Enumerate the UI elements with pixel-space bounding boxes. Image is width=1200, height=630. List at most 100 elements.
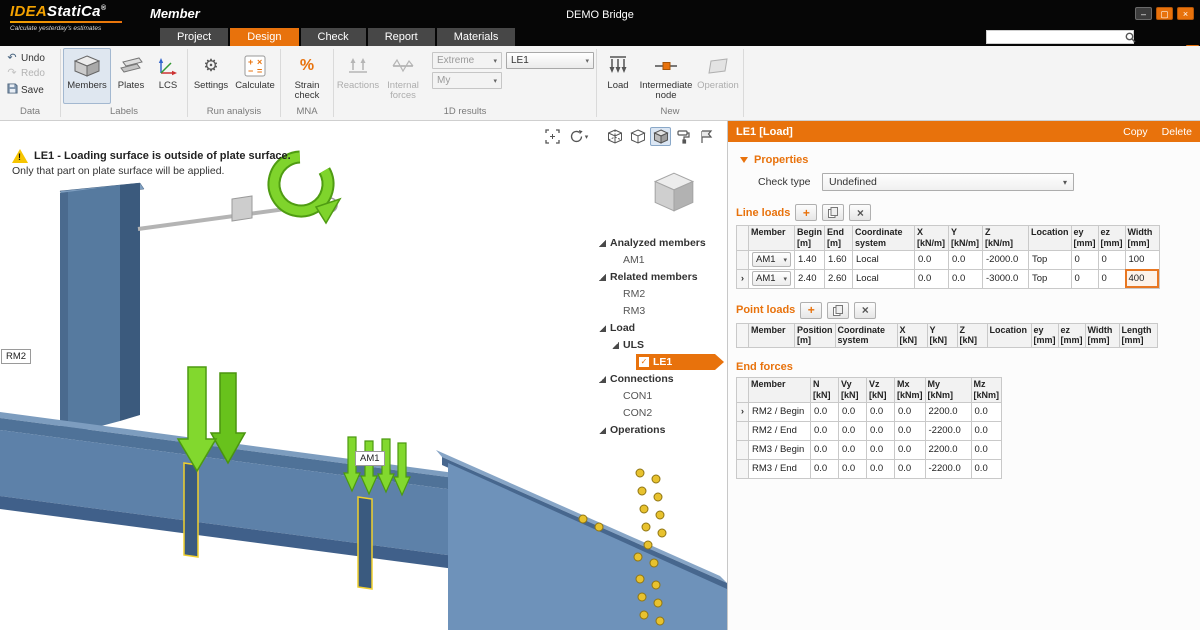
table-cell[interactable]: RM2 / Begin <box>749 402 811 421</box>
table-cell[interactable]: 1.60 <box>825 250 853 269</box>
table-cell[interactable]: 0.0 <box>811 440 839 459</box>
table-cell[interactable]: 0.0 <box>895 402 926 421</box>
row-selector-cell[interactable]: › <box>737 269 749 288</box>
member-dropdown[interactable]: AM1▾ <box>752 271 791 286</box>
delete-line-load-button[interactable]: × <box>849 204 871 221</box>
table-cell[interactable]: 0.0 <box>839 402 867 421</box>
table-cell[interactable]: 2200.0 <box>925 402 971 421</box>
tree-item-le1[interactable]: ✓LE1 <box>625 354 727 370</box>
row-selector-cell[interactable] <box>737 421 749 440</box>
maximize-button[interactable]: ▢ <box>1156 7 1173 20</box>
extreme-dropdown[interactable]: Extreme▾ <box>432 52 502 69</box>
reactions-button[interactable]: Reactions <box>336 48 380 104</box>
member-dropdown[interactable]: AM1▾ <box>752 252 791 267</box>
table-cell[interactable]: 0.0 <box>915 269 949 288</box>
table-cell[interactable]: 0.0 <box>971 459 1002 478</box>
component-dropdown[interactable]: My▾ <box>432 72 502 89</box>
orbit-view-button[interactable]: ▾ <box>565 127 592 146</box>
wireframe-view-button[interactable] <box>604 127 625 146</box>
table-cell[interactable]: 2.40 <box>795 269 825 288</box>
table-cell[interactable]: RM2 / End <box>749 421 811 440</box>
table-cell[interactable]: 0 <box>1071 250 1098 269</box>
add-point-load-button[interactable]: + <box>800 302 822 319</box>
tree-item-analyzed-members[interactable]: Analyzed members <box>599 235 727 251</box>
selected-load-case-tag[interactable]: ✓LE1 <box>636 354 724 370</box>
table-cell[interactable]: 1.40 <box>795 250 825 269</box>
fit-view-button[interactable] <box>542 127 563 146</box>
member-label-am1[interactable]: AM1 <box>355 451 385 466</box>
tree-expander-icon[interactable] <box>599 427 606 434</box>
settings-button[interactable]: ⚙ Settings <box>190 48 232 104</box>
members-toggle-button[interactable]: Members <box>63 48 111 104</box>
tree-expander-icon[interactable] <box>599 240 606 247</box>
table-cell[interactable]: Top <box>1029 250 1072 269</box>
save-button[interactable]: Save <box>6 83 45 97</box>
redo-button[interactable]: ↷Redo <box>6 68 45 79</box>
table-cell[interactable]: AM1▾ <box>749 269 795 288</box>
tree-item-operations[interactable]: Operations <box>599 422 727 438</box>
table-cell[interactable]: 0.0 <box>949 250 983 269</box>
delete-button[interactable]: Delete <box>1162 126 1192 138</box>
tree-item-related-members[interactable]: Related members <box>599 269 727 285</box>
row-selector-cell[interactable] <box>737 250 749 269</box>
strain-check-button[interactable]: % Strain check <box>283 48 331 104</box>
tree-expander-icon[interactable] <box>599 376 606 383</box>
table-cell[interactable]: Top <box>1029 269 1072 288</box>
tree-item-uls[interactable]: ULS <box>612 337 727 353</box>
table-cell[interactable]: 2.60 <box>825 269 853 288</box>
tree-item-con1[interactable]: CON1 <box>612 388 727 404</box>
table-cell[interactable]: RM3 / End <box>749 459 811 478</box>
load-case-dropdown[interactable]: LE1▾ <box>506 52 594 69</box>
intermediate-node-button[interactable]: Intermediate node <box>637 48 695 104</box>
hidden-edges-view-button[interactable] <box>627 127 648 146</box>
tree-item-rm2[interactable]: RM2 <box>612 286 727 302</box>
table-cell[interactable]: 0.0 <box>839 440 867 459</box>
view-cube[interactable] <box>651 169 697 220</box>
table-cell[interactable]: Local <box>853 250 915 269</box>
table-cell[interactable]: 0.0 <box>839 459 867 478</box>
table-cell[interactable]: 0.0 <box>811 459 839 478</box>
tree-expander-icon[interactable] <box>599 325 606 332</box>
row-selector-cell[interactable]: › <box>737 402 749 421</box>
tree-item-rm3[interactable]: RM3 <box>612 303 727 319</box>
properties-section-header[interactable]: Properties <box>740 154 1192 166</box>
table-cell[interactable]: Local <box>853 269 915 288</box>
table-cell[interactable]: 400 <box>1125 269 1159 288</box>
paint-view-button[interactable] <box>673 127 694 146</box>
internal-forces-button[interactable]: Internal forces <box>380 48 426 104</box>
calculate-button[interactable]: +×−= Calculate <box>232 48 278 104</box>
table-cell[interactable]: 0.0 <box>811 402 839 421</box>
table-cell[interactable]: 0.0 <box>971 421 1002 440</box>
table-cell[interactable]: 0.0 <box>867 402 895 421</box>
table-cell[interactable]: -2200.0 <box>925 459 971 478</box>
table-cell[interactable]: 2200.0 <box>925 440 971 459</box>
search-box[interactable] <box>986 30 1134 44</box>
add-line-load-button[interactable]: + <box>795 204 817 221</box>
tab-project[interactable]: Project <box>160 28 228 46</box>
tree-expander-icon[interactable] <box>612 342 619 349</box>
table-cell[interactable]: 100 <box>1125 250 1159 269</box>
new-load-button[interactable]: Load <box>599 48 637 104</box>
viewport-3d[interactable]: LE1 - Loading surface is outside of plat… <box>0 121 727 630</box>
table-cell[interactable]: 0 <box>1098 250 1125 269</box>
tab-report[interactable]: Report <box>368 28 435 46</box>
row-selector-cell[interactable] <box>737 440 749 459</box>
delete-point-load-button[interactable]: × <box>854 302 876 319</box>
table-cell[interactable]: 0.0 <box>867 440 895 459</box>
lcs-toggle-button[interactable]: LCS <box>151 48 185 104</box>
table-cell[interactable]: 0.0 <box>867 421 895 440</box>
member-label-rm2[interactable]: RM2 <box>1 349 31 364</box>
copy-line-load-button[interactable] <box>822 204 844 221</box>
tree-expander-icon[interactable] <box>599 274 606 281</box>
table-cell[interactable]: 0.0 <box>839 421 867 440</box>
solid-view-button[interactable] <box>650 127 671 146</box>
labels-view-button[interactable] <box>696 127 717 146</box>
table-cell[interactable]: -2200.0 <box>925 421 971 440</box>
table-cell[interactable]: 0.0 <box>895 421 926 440</box>
close-button[interactable]: × <box>1177 7 1194 20</box>
new-operation-button[interactable]: Operation <box>695 48 741 104</box>
tree-item-con2[interactable]: CON2 <box>612 405 727 421</box>
table-cell[interactable]: 0.0 <box>971 402 1002 421</box>
undo-button[interactable]: ↶Undo <box>6 53 45 64</box>
search-input[interactable] <box>987 32 1125 43</box>
